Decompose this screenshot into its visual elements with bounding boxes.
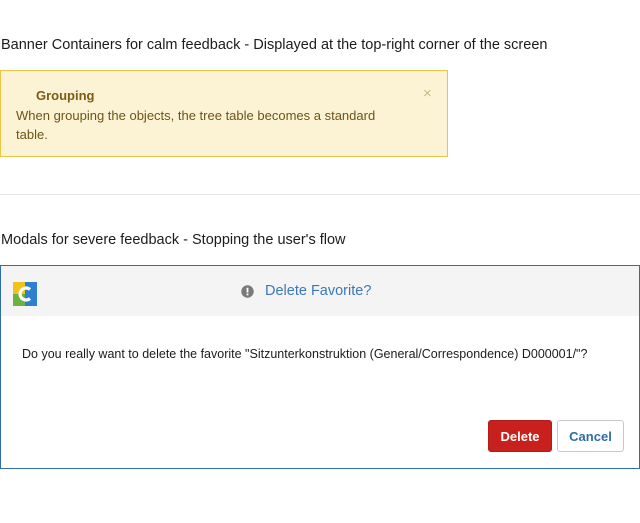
section-divider — [0, 194, 640, 195]
modal-title: Delete Favorite? — [265, 283, 372, 299]
info-banner: Grouping When grouping the objects, the … — [0, 70, 448, 157]
modal-section-heading: Modals for severe feedback - Stopping th… — [1, 232, 346, 248]
banner-section-heading: Banner Containers for calm feedback - Di… — [1, 37, 548, 53]
delete-favorite-modal: Delete Favorite? Do you really want to d… — [0, 265, 640, 469]
close-icon[interactable]: × — [423, 86, 432, 101]
app-logo-icon — [13, 282, 37, 306]
modal-message: Do you really want to delete the favorit… — [22, 347, 588, 361]
cancel-button[interactable]: Cancel — [557, 420, 624, 452]
banner-title: Grouping — [36, 88, 95, 103]
info-icon — [241, 284, 254, 298]
banner-message: When grouping the objects, the tree tabl… — [16, 108, 376, 142]
modal-title-group: Delete Favorite? — [241, 266, 371, 316]
delete-button[interactable]: Delete — [488, 420, 552, 452]
modal-header: Delete Favorite? — [1, 266, 639, 316]
